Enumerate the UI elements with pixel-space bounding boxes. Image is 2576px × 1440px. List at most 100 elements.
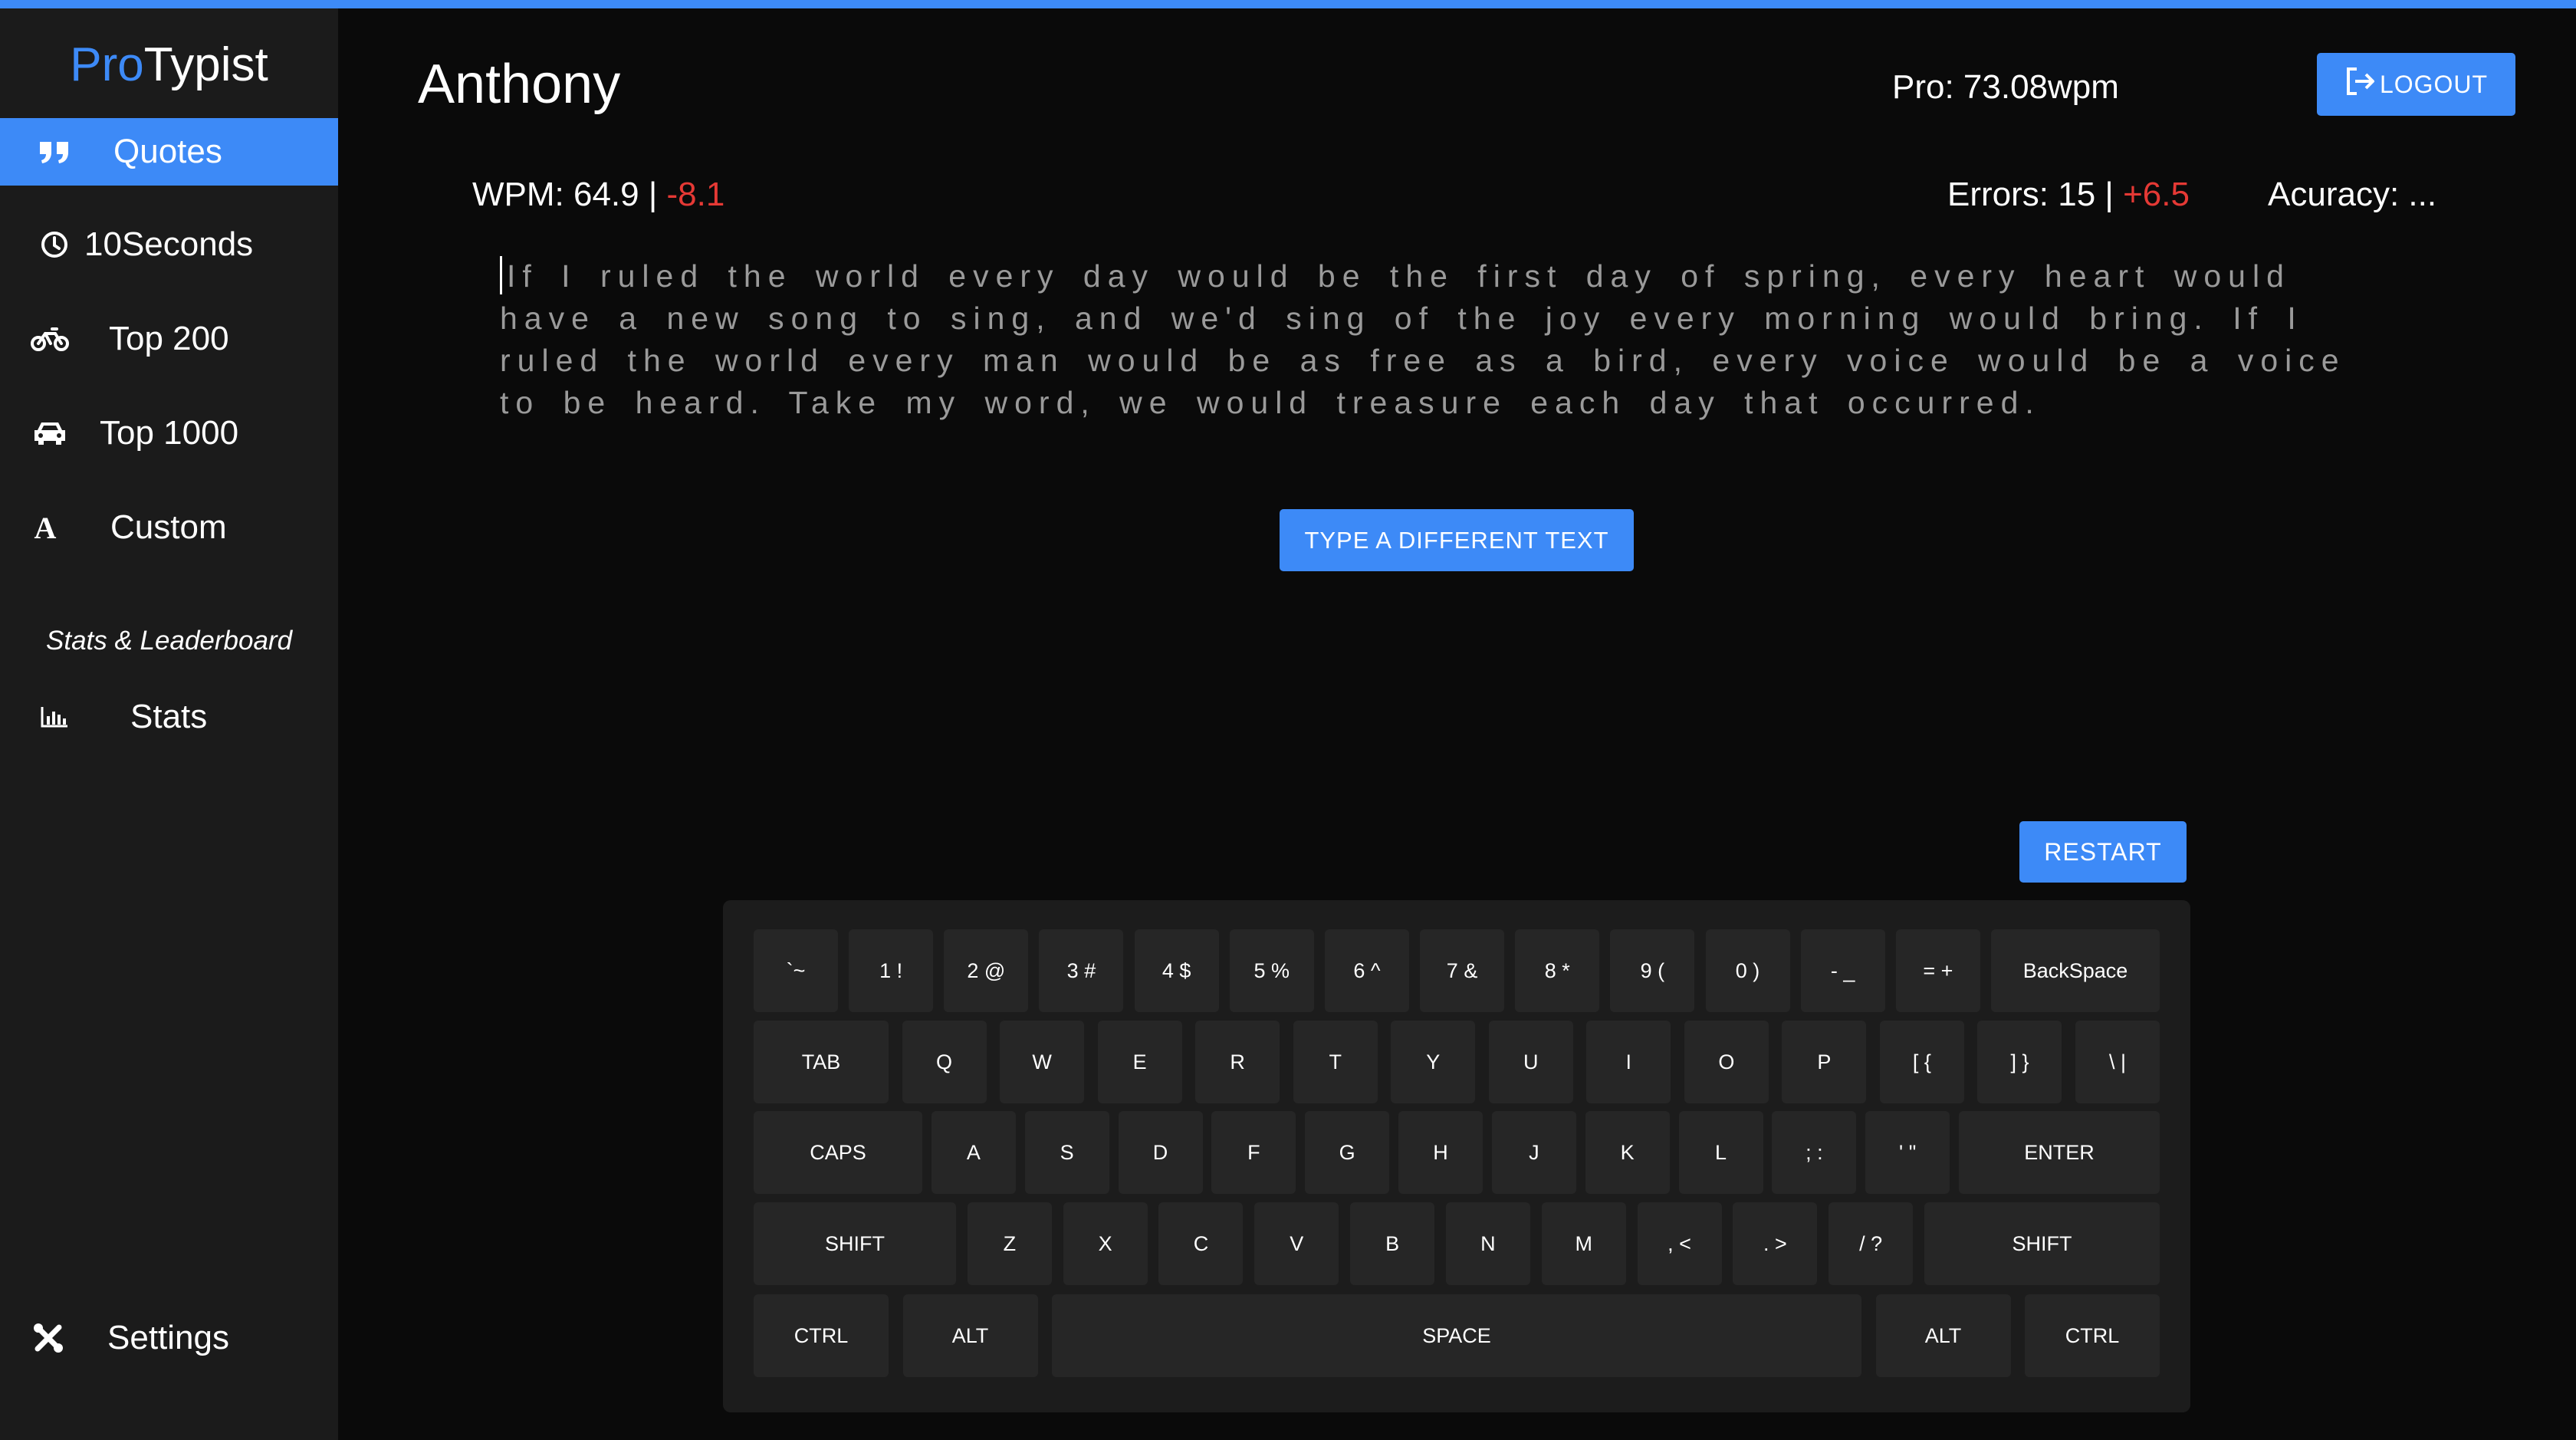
bar-chart-icon [34,696,75,738]
restart-button[interactable]: RESTART [2019,821,2187,883]
key-u[interactable]: U [1488,1021,1573,1103]
key-2[interactable]: 2 @ [944,929,1029,1012]
logout-icon [2344,66,2380,103]
key-t[interactable]: T [1293,1021,1378,1103]
key-p[interactable]: P [1782,1021,1867,1103]
key-4[interactable]: 4 $ [1134,929,1219,1012]
errors-stat: Errors: 15 | +6.5 [1947,175,2190,215]
key-b[interactable]: B [1350,1202,1435,1285]
key-r[interactable]: R [1195,1021,1280,1103]
key-3[interactable]: 3 # [1039,929,1124,1012]
key-symbol[interactable]: = + [1895,929,1980,1012]
key-a[interactable]: A [931,1111,1016,1194]
errors-delta: +6.5 [2123,176,2190,213]
key-d[interactable]: D [1118,1111,1203,1194]
type-different-text-button[interactable]: TYPE A DIFFERENT TEXT [1280,509,1634,571]
key-s[interactable]: S [1024,1111,1109,1194]
letter-a-icon: A [25,507,66,548]
key-h[interactable]: H [1398,1111,1483,1194]
key-v[interactable]: V [1254,1202,1339,1285]
key-shift[interactable]: SHIFT [754,1202,956,1285]
wpm-stat: WPM: 64.9 | -8.1 [472,175,724,215]
bicycle-icon [29,318,71,360]
sidebar-item-label: 10Seconds [84,225,254,263]
key-symbol[interactable]: `~ [754,929,838,1012]
key-9[interactable]: 9 ( [1610,929,1695,1012]
key-space[interactable]: SPACE [1052,1294,1861,1377]
key-f[interactable]: F [1211,1111,1296,1194]
errors-value: Errors: 15 | [1947,176,2114,213]
clock-icon [34,224,75,265]
key-0[interactable]: 0 ) [1705,929,1790,1012]
pro-wpm-readout: Pro: 73.08wpm [1892,68,2119,106]
quote-text: If I ruled the world every day would be … [500,258,2346,420]
key-j[interactable]: J [1491,1111,1576,1194]
key-alt[interactable]: ALT [1875,1294,2011,1377]
sidebar-item-label: Quotes [113,133,222,170]
key-symbol[interactable]: / ? [1829,1202,1914,1285]
sidebar-item-custom[interactable]: A Custom [0,494,338,561]
key-shift[interactable]: SHIFT [1924,1202,2160,1285]
wpm-delta: -8.1 [666,176,725,213]
sidebar-item-label: Settings [107,1319,229,1356]
key-1[interactable]: 1 ! [849,929,934,1012]
sidebar-item-label: Top 1000 [100,414,239,452]
sidebar-item-label: Stats [130,698,208,735]
key-caps[interactable]: CAPS [754,1111,922,1194]
key-ctrl[interactable]: CTRL [754,1294,889,1377]
key-symbol[interactable]: . > [1733,1202,1818,1285]
sidebar-item-label: Top 200 [109,320,229,357]
key-k[interactable]: K [1585,1111,1670,1194]
key-e[interactable]: E [1097,1021,1182,1103]
key-ctrl[interactable]: CTRL [2025,1294,2160,1377]
key-m[interactable]: M [1541,1202,1626,1285]
key-tab[interactable]: TAB [754,1021,889,1103]
key-z[interactable]: Z [967,1202,1052,1285]
quote-text-area[interactable]: If I ruled the world every day would be … [500,255,2401,424]
key-symbol[interactable]: ' " [1865,1111,1950,1194]
sidebar-item-10seconds[interactable]: 10Seconds [0,211,338,278]
key-8[interactable]: 8 * [1515,929,1600,1012]
key-5[interactable]: 5 % [1229,929,1314,1012]
sidebar-item-settings[interactable]: Settings [0,1304,338,1372]
key-w[interactable]: W [1000,1021,1085,1103]
quote-icon [34,131,75,173]
key-c[interactable]: C [1158,1202,1244,1285]
key-7[interactable]: 7 & [1420,929,1505,1012]
key-symbol[interactable]: \ | [2075,1021,2160,1103]
page-title-username: Anthony [418,54,621,115]
sidebar-item-label: Custom [110,508,227,546]
sidebar-item-top-200[interactable]: Top 200 [0,305,338,373]
logout-label: LOGOUT [2379,70,2489,98]
key-symbol[interactable]: ; : [1772,1111,1857,1194]
key-l[interactable]: L [1678,1111,1763,1194]
svg-text:A: A [34,512,57,543]
key-y[interactable]: Y [1391,1021,1476,1103]
key-symbol[interactable]: ] } [1977,1021,2062,1103]
key-6[interactable]: 6 ^ [1324,929,1409,1012]
sidebar-item-stats[interactable]: Stats [0,683,338,751]
key-i[interactable]: I [1586,1021,1671,1103]
key-symbol[interactable]: [ { [1879,1021,1964,1103]
tools-icon [28,1317,69,1359]
key-enter[interactable]: ENTER [1959,1111,2160,1194]
wpm-value: WPM: 64.9 | [472,176,658,213]
app-logo[interactable]: ProTypist [0,35,338,96]
key-symbol[interactable]: - _ [1800,929,1885,1012]
key-o[interactable]: O [1684,1021,1769,1103]
key-alt[interactable]: ALT [902,1294,1038,1377]
logo-pro: Pro [70,38,144,91]
top-accent-bar [0,0,2576,8]
virtual-keyboard: `~ 1 ! 2 @3 #4 $5 % 6 ^ 7 & 8 * 9 (0 ) - _ = + Ba… [723,900,2190,1412]
logo-typist: Typist [143,38,268,91]
key-symbol[interactable]: , < [1637,1202,1722,1285]
logout-button[interactable]: LOGOUT [2317,53,2515,116]
key-q[interactable]: Q [902,1021,987,1103]
accuracy-stat: Acuracy: ... [2268,176,2437,213]
key-backspace[interactable]: BackSpace [1991,929,2160,1012]
key-n[interactable]: N [1445,1202,1530,1285]
key-g[interactable]: G [1305,1111,1390,1194]
key-x[interactable]: X [1063,1202,1148,1285]
sidebar-item-top-1000[interactable]: Top 1000 [0,399,338,467]
sidebar-item-quotes[interactable]: Quotes [0,118,338,186]
